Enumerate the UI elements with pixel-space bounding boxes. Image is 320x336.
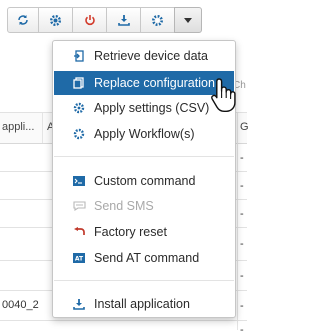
menu-item-label: Factory reset xyxy=(94,225,167,239)
table-cell: - xyxy=(240,180,244,192)
reboot-button[interactable] xyxy=(72,7,107,33)
more-actions-dropdown-button[interactable] xyxy=(174,7,202,33)
menu-divider xyxy=(54,156,234,157)
menu-item-factory-reset[interactable]: Factory reset xyxy=(54,220,234,244)
table-cell-device-name[interactable]: 0040_2 xyxy=(2,299,39,311)
workflow-icon xyxy=(71,126,87,142)
power-icon xyxy=(84,14,96,26)
table-cell: - xyxy=(240,270,244,282)
menu-divider xyxy=(54,280,234,281)
menu-item-label: Retrieve device data xyxy=(94,49,208,63)
sms-icon xyxy=(71,198,87,214)
menu-item-replace-configuration[interactable]: Replace configuration xyxy=(54,71,234,95)
install-app-icon xyxy=(71,296,87,312)
menu-item-apply-workflows[interactable]: Apply Workflow(s) xyxy=(54,122,234,146)
table-cell: - xyxy=(240,152,244,164)
at-command-icon: AT xyxy=(71,250,87,266)
settings-icon xyxy=(49,14,62,27)
column-header-g[interactable]: G xyxy=(240,121,249,133)
settings-button[interactable] xyxy=(38,7,73,33)
caret-down-icon xyxy=(184,17,192,23)
menu-item-send-sms[interactable]: Send SMS xyxy=(54,194,234,218)
refresh-button[interactable] xyxy=(7,7,39,33)
column-header-applications[interactable]: appli... xyxy=(2,121,34,133)
gear-icon xyxy=(151,14,164,27)
menu-item-label: Send AT command xyxy=(94,251,200,265)
install-button[interactable] xyxy=(106,7,141,33)
menu-item-install-application[interactable]: Install application xyxy=(54,292,234,316)
hand-cursor-icon xyxy=(210,77,238,118)
configure-button[interactable] xyxy=(140,7,175,33)
menu-item-retrieve-device-data[interactable]: Retrieve device data xyxy=(54,44,234,68)
column-divider xyxy=(42,113,43,143)
table-row xyxy=(0,320,247,321)
menu-item-label: Install application xyxy=(94,297,190,311)
terminal-icon xyxy=(71,173,87,189)
table-cell: - xyxy=(240,238,244,250)
menu-item-label: Replace configuration xyxy=(94,76,215,90)
retrieve-data-icon xyxy=(71,48,87,64)
replace-config-icon xyxy=(71,75,87,91)
menu-item-label: Apply Workflow(s) xyxy=(94,127,195,141)
svg-text:AT: AT xyxy=(75,256,84,263)
menu-item-label: Custom command xyxy=(94,174,196,188)
menu-item-custom-command[interactable]: Custom command xyxy=(54,169,234,193)
more-actions-menu: Retrieve device data Replace configurati… xyxy=(52,40,236,318)
menu-item-send-at-command[interactable]: AT Send AT command xyxy=(54,246,234,270)
action-toolbar xyxy=(7,7,202,33)
table-cell: - xyxy=(240,208,244,220)
factory-reset-icon xyxy=(71,224,87,240)
menu-item-label: Apply settings (CSV) xyxy=(94,101,210,115)
column-divider xyxy=(237,113,238,330)
menu-item-apply-settings-csv[interactable]: Apply settings (CSV) xyxy=(54,96,234,120)
download-icon xyxy=(117,14,130,26)
menu-item-label: Send SMS xyxy=(94,199,154,213)
sync-icon xyxy=(17,14,29,26)
table-cell: - xyxy=(240,300,244,312)
table-cell: - xyxy=(240,324,244,336)
apply-settings-icon xyxy=(71,100,87,116)
